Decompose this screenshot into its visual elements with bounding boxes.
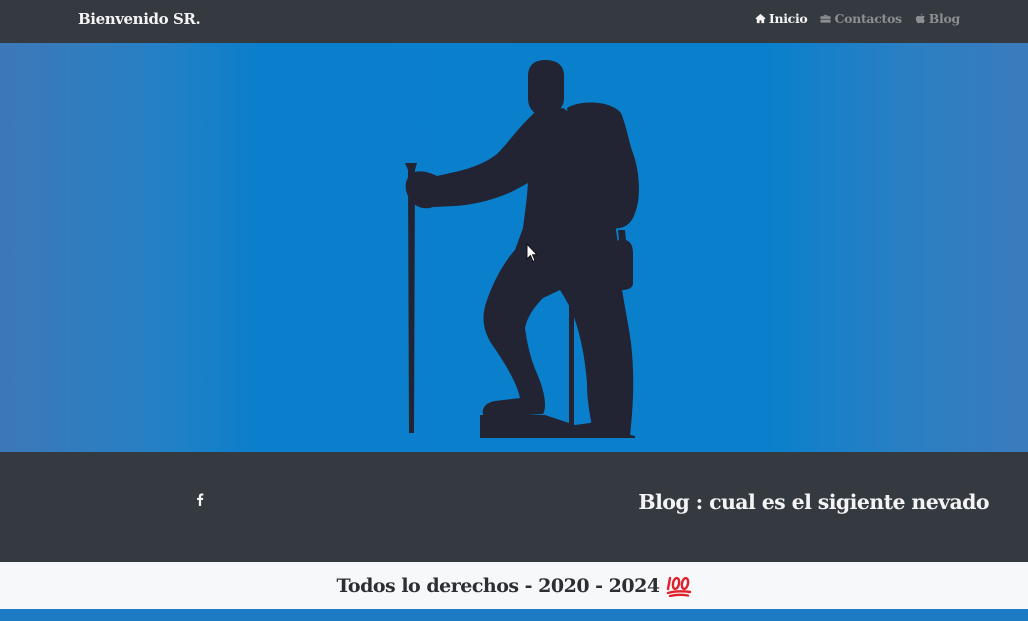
home-icon (755, 13, 766, 24)
brand-title[interactable]: Bienvenido SR. (78, 10, 201, 28)
copyright-text: Todos lo derechos - 2020 - 2024 (336, 574, 660, 597)
copyright-line: Todos lo derechos - 2020 - 2024 (336, 575, 691, 597)
hiker-silhouette-image (405, 60, 639, 438)
mouse-cursor-icon (526, 243, 538, 263)
nav-link-inicio-label: Inicio (768, 11, 808, 26)
footer: Blog : cual es el sigiente nevado (0, 452, 1028, 562)
hero-banner (0, 43, 1028, 452)
facebook-link[interactable] (194, 491, 206, 507)
nav-link-contactos[interactable]: Contactos (820, 11, 902, 26)
nav-link-blog-label: Blog (928, 11, 961, 26)
nav-links: Inicio Contactos Blog (755, 11, 960, 26)
hundred-points-icon (666, 576, 691, 597)
footer-blog-title: Blog : cual es el sigiente nevado (638, 490, 989, 514)
nav-link-inicio[interactable]: Inicio (755, 11, 808, 26)
top-navbar: Bienvenido SR. Inicio Contactos Blog (0, 0, 1028, 43)
briefcase-icon (820, 14, 832, 23)
copyright-bar: Todos lo derechos - 2020 - 2024 (0, 562, 1028, 609)
nav-link-contactos-label: Contactos (834, 11, 902, 26)
bottom-strip (0, 609, 1028, 621)
nav-link-blog[interactable]: Blog (915, 11, 960, 26)
apple-icon (915, 13, 925, 24)
facebook-icon (197, 492, 204, 506)
